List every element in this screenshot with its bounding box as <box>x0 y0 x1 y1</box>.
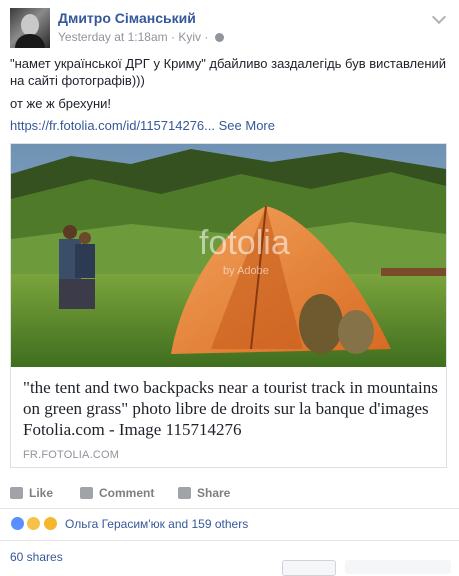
watermark-text: fotolia <box>199 224 290 262</box>
share-icon <box>178 487 191 499</box>
post-header: Дмитро Сіманський Yesterday at 1:18am · … <box>10 8 450 48</box>
post-text-line-1: "намет української ДРГ у Криму" дбайливо… <box>10 56 447 88</box>
post-text-line-2: от же ж брехуни! <box>10 96 112 111</box>
like-reaction-icon <box>10 516 25 531</box>
divider-2 <box>0 540 459 541</box>
haha-reaction-icon <box>26 516 42 531</box>
preview-image[interactable]: fotolia by Adobe <box>11 144 446 367</box>
post-link-line: https://fr.fotolia.com/id/115714276... S… <box>10 117 275 134</box>
comment-icon <box>80 487 93 499</box>
see-more-link[interactable]: See More <box>219 118 275 133</box>
card-title[interactable]: "the tent and two backpacks near a touri… <box>23 377 438 440</box>
comment-label: Comment <box>99 486 155 500</box>
post-time[interactable]: Yesterday at 1:18am <box>58 30 168 44</box>
post-actions: Like Comment Share <box>10 480 450 506</box>
wow-reaction-icon <box>42 516 58 531</box>
globe-icon <box>214 33 224 42</box>
post-meta: Yesterday at 1:18am · Kyiv · <box>58 30 224 44</box>
like-icon <box>10 487 23 499</box>
divider <box>0 508 459 509</box>
like-button[interactable]: Like <box>10 480 53 506</box>
post-link[interactable]: https://fr.fotolia.com/id/115714276... <box>10 118 215 133</box>
card-domain: FR.FOTOLIA.COM <box>23 449 120 461</box>
link-preview-card[interactable]: fotolia by Adobe "the tent and two backp… <box>10 143 447 468</box>
preview-photo-svg: fotolia by Adobe <box>11 144 446 367</box>
author-name[interactable]: Дмитро Сіманський <box>58 10 196 26</box>
shares-count[interactable]: 60 shares <box>10 550 63 564</box>
share-button[interactable]: Share <box>178 480 230 506</box>
meta-separator-2: · <box>204 30 209 44</box>
bottom-control-2[interactable] <box>345 560 451 574</box>
reactions-summary[interactable]: Ольга Герасим'юк and 159 others <box>10 516 248 531</box>
comment-button[interactable]: Comment <box>80 480 154 506</box>
bottom-control[interactable] <box>282 560 336 576</box>
watermark-sub: by Adobe <box>223 265 269 277</box>
like-label: Like <box>29 486 54 500</box>
share-label: Share <box>197 486 231 500</box>
avatar[interactable] <box>10 8 50 48</box>
post-location[interactable]: Kyiv <box>178 30 201 44</box>
chevron-down-icon[interactable] <box>431 9 447 25</box>
reactions-text[interactable]: Ольга Герасим'юк and 159 others <box>65 517 248 531</box>
